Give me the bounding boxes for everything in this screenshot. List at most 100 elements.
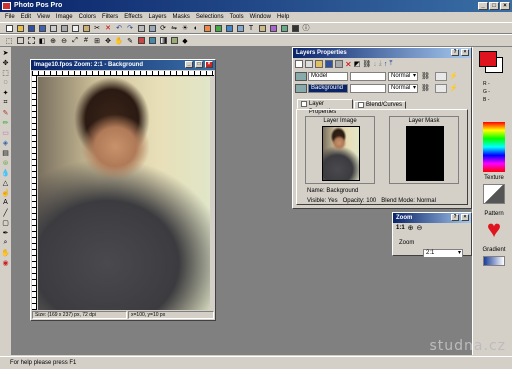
fit-icon[interactable]: ⤢ [70,36,80,46]
layer-link-icon[interactable]: ⛓ [421,84,433,93]
layer-name[interactable]: Model [308,72,348,81]
paste-icon[interactable] [81,23,91,33]
paint-icon[interactable] [136,36,146,46]
layer-lock-icon[interactable] [435,72,447,81]
ruler-icon[interactable]: ⊞ [92,36,102,46]
menu-colors[interactable]: Colors [76,12,99,22]
zoom-level-select[interactable]: 2:1 [423,249,463,258]
texture-swatch[interactable] [483,184,505,204]
move-tool-icon[interactable]: ✥ [1,58,10,67]
minimize-button[interactable]: _ [478,2,488,10]
zoom-in-icon[interactable]: ⊕ [408,224,414,232]
lasso-tool-icon[interactable]: ◌ [1,78,10,87]
rotate-icon[interactable]: ⟳ [158,23,168,33]
pencil-tool-icon[interactable]: ✏ [1,118,10,127]
hand-icon[interactable]: ✋ [114,36,124,46]
hue-icon[interactable] [213,23,223,33]
layer-mask-icon[interactable]: ◩ [354,60,361,68]
mask-icon[interactable] [290,23,300,33]
layer-visible-eye-icon[interactable] [295,72,307,81]
delete-layer-icon[interactable]: ✕ [345,60,352,69]
image-maximize-button[interactable]: □ [195,61,203,68]
save-layer-icon[interactable] [325,60,333,68]
text-icon[interactable]: T [246,23,256,33]
shape-tool-icon[interactable]: ▢ [1,218,10,227]
save-as-icon[interactable] [37,23,47,33]
layer-visible-eye-icon[interactable] [295,84,307,93]
zoom-in-icon[interactable]: ⊕ [48,36,58,46]
color-balance-icon[interactable] [202,23,212,33]
clone-icon[interactable] [169,36,179,46]
scan-icon[interactable] [59,23,69,33]
layer-from-file-icon[interactable] [315,60,323,68]
layer-mask-toggle-icon[interactable]: ⚡ [449,72,461,81]
sharpen-icon[interactable] [224,23,234,33]
menu-view[interactable]: View [34,12,53,22]
resize-icon[interactable] [147,23,157,33]
layer-row[interactable]: Background Normal ⛓ ⚡ [295,83,471,94]
undo-icon[interactable]: ↶ [114,23,124,33]
layer-row[interactable]: Model Normal ⛓ ⚡ [295,71,471,82]
eraser-tool-icon[interactable]: ▭ [1,128,10,137]
invert-selection-icon[interactable]: ◧ [37,36,47,46]
pointer-tool-icon[interactable]: ➤ [1,48,10,57]
layer-blend-mode-select[interactable]: Normal [388,84,418,93]
layer-lock-icon[interactable] [435,84,447,93]
new-layer-icon[interactable] [295,60,303,68]
layer-mask-toggle-icon[interactable]: ⚡ [449,84,461,93]
menu-image[interactable]: Image [53,12,76,22]
layer-name[interactable]: Background [308,84,348,93]
heart-pattern-icon[interactable]: ♥ [481,218,507,243]
info-icon[interactable]: ⓘ [301,23,311,33]
gradient-tool-icon[interactable]: ▤ [1,148,10,157]
menu-effects[interactable]: Effects [121,12,145,22]
red-eye-tool-icon[interactable]: ◉ [1,258,10,267]
layer-blend-mode-select[interactable]: Normal [388,72,418,81]
layer-opacity-slider[interactable] [350,72,386,81]
blur-tool-icon[interactable]: 💧 [1,168,10,177]
image-minimize-button[interactable]: _ [185,61,193,68]
menu-tools[interactable]: Tools [227,12,247,22]
deselect-icon[interactable] [26,36,36,46]
print-icon[interactable] [48,23,58,33]
tab-blend-curves[interactable]: Blend/Curves [354,101,406,109]
layer-link-icon[interactable]: ⛓ [421,72,433,81]
zoom-close-button[interactable]: × [461,214,469,221]
menu-filters[interactable]: Filters [99,12,121,22]
redo-icon[interactable]: ↷ [125,23,135,33]
crop-icon[interactable] [136,23,146,33]
brush-tool-icon[interactable]: ✎ [1,108,10,117]
layers-help-button[interactable]: ? [451,49,459,56]
copy-icon[interactable] [70,23,80,33]
zoom-out-icon[interactable]: ⊖ [59,36,69,46]
eyedropper-tool-icon[interactable]: ✒ [1,228,10,237]
flip-icon[interactable]: ⇋ [169,23,179,33]
effects-icon[interactable] [268,23,278,33]
maximize-button[interactable]: □ [489,2,499,10]
menu-selections[interactable]: Selections [193,12,227,22]
sharpen-tool-icon[interactable]: △ [1,178,10,187]
rect-select-tool-icon[interactable]: ⬚ [1,68,10,77]
merge-layers-icon[interactable] [335,60,343,68]
photo-canvas[interactable] [38,77,210,310]
line-tool-icon[interactable]: ╱ [1,208,10,217]
menu-masks[interactable]: Masks [170,12,193,22]
menu-layers[interactable]: Layers [146,12,170,22]
brightness-icon[interactable]: ☀ [180,23,190,33]
crop-tool-icon[interactable]: ⌗ [1,98,10,107]
hand-tool-icon[interactable]: ✋ [1,248,10,257]
select-all-icon[interactable] [15,36,25,46]
layer-opacity-slider[interactable] [350,84,386,93]
fill-icon[interactable] [147,36,157,46]
move-layer-top-icon[interactable]: ⤒ [389,60,392,68]
menu-window[interactable]: Window [247,12,274,22]
frame-icon[interactable] [257,23,267,33]
clone-tool-icon[interactable]: ⊛ [1,158,10,167]
zoom-out-icon[interactable]: ⊖ [417,224,423,232]
zoom-actual-size-button[interactable]: 1:1 [396,225,405,231]
color-spectrum-picker[interactable] [483,122,505,172]
move-layer-bottom-icon[interactable]: ⤓ [379,60,382,68]
cut-icon[interactable]: ✂ [92,23,102,33]
close-button[interactable]: × [500,2,510,10]
menu-file[interactable]: File [2,12,18,22]
